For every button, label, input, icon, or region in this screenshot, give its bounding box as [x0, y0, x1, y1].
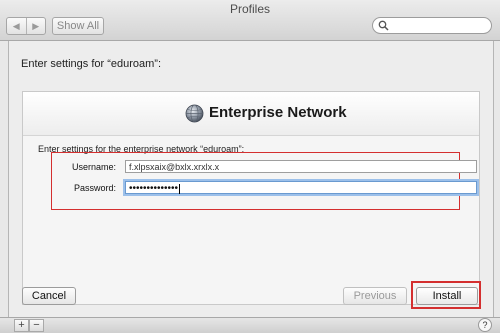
- username-label: Username:: [71, 162, 116, 172]
- install-button[interactable]: Install: [416, 287, 478, 305]
- search-icon: [378, 20, 389, 31]
- window-titlebar: Profiles ◀ ▶ Show All: [0, 0, 500, 41]
- add-profile-button[interactable]: +: [14, 319, 29, 332]
- password-label: Password:: [73, 183, 116, 193]
- window-title: Profiles: [229, 2, 270, 16]
- previous-button[interactable]: Previous: [343, 287, 407, 305]
- nav-back-forward[interactable]: ◀ ▶: [6, 17, 46, 35]
- search-field[interactable]: [372, 17, 492, 34]
- panel-title: Enterprise Network: [209, 104, 347, 121]
- window-footer: + − ?: [0, 317, 500, 333]
- back-arrow-icon[interactable]: ◀: [7, 18, 26, 34]
- settings-sheet: Enter settings for “eduroam”: Enterprise…: [8, 41, 494, 318]
- remove-profile-button[interactable]: −: [29, 319, 44, 332]
- password-field[interactable]: ••••••••••••••: [125, 181, 477, 194]
- forward-arrow-icon[interactable]: ▶: [25, 18, 46, 34]
- sheet-prompt: Enter settings for “eduroam”:: [21, 58, 162, 70]
- cancel-button[interactable]: Cancel: [22, 287, 76, 305]
- password-value: ••••••••••••••: [129, 183, 179, 194]
- enterprise-network-panel: Enterprise Network Enter settings for th…: [22, 91, 480, 305]
- help-button[interactable]: ?: [478, 318, 492, 332]
- text-caret: [179, 183, 181, 194]
- show-all-button[interactable]: Show All: [52, 17, 104, 35]
- username-field[interactable]: f.xlpsxaix@bxlx.xrxlx.x: [125, 160, 477, 173]
- panel-header: Enterprise Network: [23, 92, 479, 136]
- credentials-highlight-box: Username: f.xlpsxaix@bxlx.xrxlx.x Passwo…: [51, 152, 477, 210]
- network-globe-icon: [185, 104, 204, 123]
